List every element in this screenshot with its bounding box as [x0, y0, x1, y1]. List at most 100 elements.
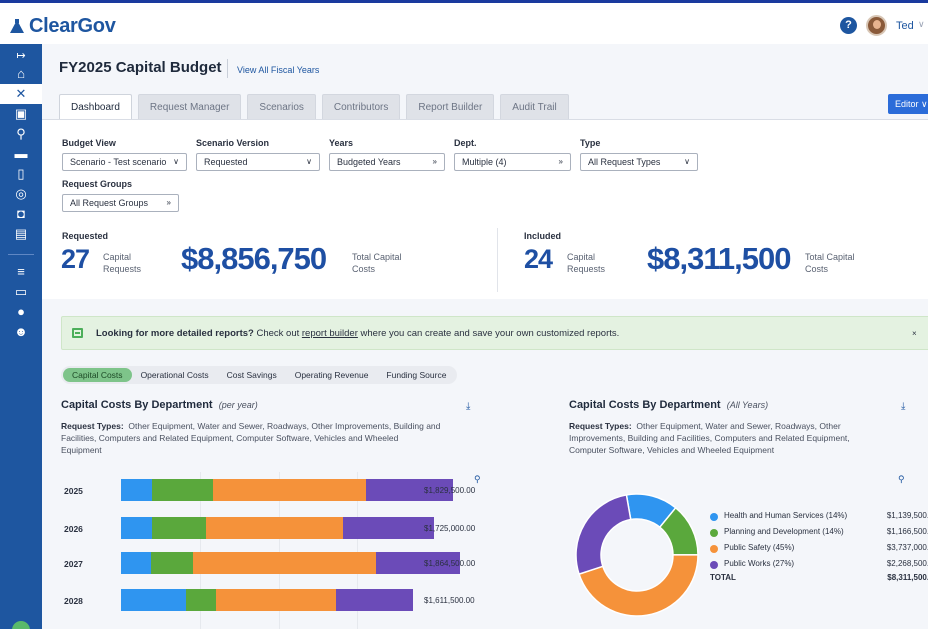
- legend-value: $2,268,500.00: [886, 559, 928, 568]
- bar-segment-safety[interactable]: [216, 589, 337, 611]
- avatar[interactable]: [866, 15, 887, 36]
- included-amount-label: Total Capital Costs: [805, 252, 855, 274]
- zoom-icon[interactable]: ⚲: [474, 474, 484, 484]
- bar-segment-works[interactable]: [336, 589, 413, 611]
- users-icon[interactable]: ☻: [0, 322, 42, 342]
- legend-dot: [710, 545, 718, 553]
- legend-value: $1,139,500.00: [886, 511, 928, 520]
- donut-chart-title-text: Capital Costs By Department: [569, 399, 721, 411]
- legend-label: Planning and Development (14%): [724, 527, 844, 536]
- scenario-version-select[interactable]: Requested ∨: [196, 153, 320, 171]
- bar-segment-planning[interactable]: [151, 479, 213, 501]
- requested-count-label: Capital Requests: [103, 252, 142, 274]
- tab-report-builder[interactable]: Report Builder: [406, 94, 495, 120]
- legend-item[interactable]: Planning and Development (14%) $1,166,500…: [710, 527, 928, 539]
- chat-icon[interactable]: ●: [0, 302, 42, 322]
- target-icon[interactable]: ◎: [0, 184, 42, 204]
- editor-label: Editor: [895, 99, 919, 109]
- monitor-icon[interactable]: ▭: [0, 282, 42, 302]
- request-groups-select[interactable]: All Request Groups »: [62, 194, 179, 212]
- bar-segment-planning[interactable]: [185, 589, 217, 611]
- user-name[interactable]: Ted: [896, 20, 914, 32]
- legend-item[interactable]: Public Safety (45%) $3,737,000.00: [710, 543, 928, 555]
- donut-chart: [575, 493, 699, 617]
- table-icon: [72, 328, 83, 338]
- tab-dashboard[interactable]: Dashboard: [59, 94, 132, 120]
- bar-total-label: $1,725,000.00: [424, 524, 476, 533]
- page-title: FY2025 Capital Budget: [59, 59, 222, 76]
- donut-desc-label: Request Types:: [569, 421, 632, 431]
- clipboard-icon[interactable]: ▣: [0, 104, 42, 124]
- bar-segment-planning[interactable]: [150, 552, 194, 574]
- legend-total-value: $8,311,500.00: [887, 573, 928, 582]
- bar-segment-health[interactable]: [121, 589, 186, 611]
- tab-operating-revenue[interactable]: Operating Revenue: [286, 368, 378, 382]
- download-icon[interactable]: ⤓: [466, 401, 476, 412]
- report-builder-link[interactable]: report builder: [302, 328, 358, 339]
- type-select[interactable]: All Request Types ∨: [580, 153, 698, 171]
- bar-segment-safety[interactable]: [212, 479, 367, 501]
- bar-segment-health[interactable]: [121, 552, 151, 574]
- legend-dot: [710, 513, 718, 521]
- bar-category-label: 2027: [64, 559, 83, 569]
- bar-segment-works[interactable]: [342, 517, 435, 539]
- bar-chart-title-text: Capital Costs By Department: [61, 399, 213, 411]
- download-icon[interactable]: ⤓: [901, 401, 911, 412]
- database-icon[interactable]: ≡: [0, 262, 42, 282]
- budget-view-select[interactable]: Scenario - Test scenario ∨: [62, 153, 187, 171]
- years-select[interactable]: Budgeted Years »: [329, 153, 445, 171]
- notice-bold: Looking for more detailed reports?: [96, 328, 254, 339]
- form-icon[interactable]: ▤: [0, 224, 42, 244]
- bar-segment-health[interactable]: [121, 517, 152, 539]
- tab-request-manager[interactable]: Request Manager: [137, 94, 242, 120]
- zoom-icon[interactable]: ⚲: [898, 474, 908, 484]
- tab-capital-costs[interactable]: Capital Costs: [63, 368, 132, 382]
- view-all-fiscal-years-link[interactable]: View All Fiscal Years: [237, 65, 319, 75]
- tools-icon[interactable]: ✕: [0, 84, 42, 104]
- tab-operational-costs[interactable]: Operational Costs: [132, 368, 218, 382]
- tab-contributors[interactable]: Contributors: [321, 94, 401, 120]
- bar-total-label: $1,864,500.00: [424, 559, 476, 568]
- briefcase-icon[interactable]: ▬: [0, 144, 42, 164]
- dept-select[interactable]: Multiple (4) »: [454, 153, 571, 171]
- bar-segment-safety[interactable]: [193, 552, 377, 574]
- bar-chart-subtitle: (per year): [218, 400, 258, 410]
- bar-segment-planning[interactable]: [151, 517, 207, 539]
- editor-button[interactable]: Editor ∨: [888, 94, 928, 114]
- request-groups-value: All Request Groups: [70, 198, 149, 208]
- budget-view-label: Budget View: [62, 138, 116, 148]
- logo-mark-icon: [10, 18, 24, 33]
- dept-value: Multiple (4): [462, 157, 507, 167]
- stats-divider: [497, 228, 498, 292]
- sidebar: ↦ ⌂ ✕ ▣ ⚲ ▬ ▯ ◎ ◘ ▤ ≡ ▭ ● ☻: [0, 44, 42, 629]
- dept-label: Dept.: [454, 138, 477, 148]
- tab-audit-trail[interactable]: Audit Trail: [500, 94, 569, 120]
- home-icon[interactable]: ⌂: [0, 64, 42, 84]
- help-button[interactable]: ?: [840, 17, 857, 34]
- donut-slice-works[interactable]: [575, 494, 632, 576]
- org-chart-icon[interactable]: ⚲: [0, 124, 42, 144]
- collapse-icon[interactable]: ↦: [0, 46, 42, 66]
- legend-item[interactable]: Public Works (27%) $2,268,500.00: [710, 559, 928, 571]
- included-count-label: Capital Requests: [567, 252, 606, 274]
- legend-dot: [710, 561, 718, 569]
- requested-amount-label: Total Capital Costs: [352, 252, 402, 274]
- document-icon[interactable]: ▯: [0, 164, 42, 184]
- bar-segment-health[interactable]: [121, 479, 152, 501]
- tab-cost-savings[interactable]: Cost Savings: [218, 368, 286, 382]
- chevron-down-icon[interactable]: ∨: [918, 19, 925, 30]
- notice-text-2: where you can create and save your own c…: [357, 328, 620, 339]
- close-icon[interactable]: ×: [912, 329, 917, 338]
- tab-funding-source[interactable]: Funding Source: [377, 368, 455, 382]
- tab-scenarios[interactable]: Scenarios: [247, 94, 316, 120]
- search-doc-icon[interactable]: ◘: [0, 204, 42, 224]
- double-chevron-icon: »: [432, 157, 437, 166]
- cleargov-logo[interactable]: ClearGov: [8, 15, 116, 38]
- donut-chart-title: Capital Costs By Department (All Years): [569, 399, 768, 411]
- cost-type-tabs: Capital Costs Operational Costs Cost Sav…: [61, 366, 458, 384]
- chevron-down-icon: ∨: [173, 157, 179, 166]
- included-count: 24: [524, 244, 553, 274]
- bar-segment-safety[interactable]: [206, 517, 343, 539]
- legend-value: $3,737,000.00: [886, 543, 928, 552]
- legend-item[interactable]: Health and Human Services (14%) $1,139,50…: [710, 511, 928, 523]
